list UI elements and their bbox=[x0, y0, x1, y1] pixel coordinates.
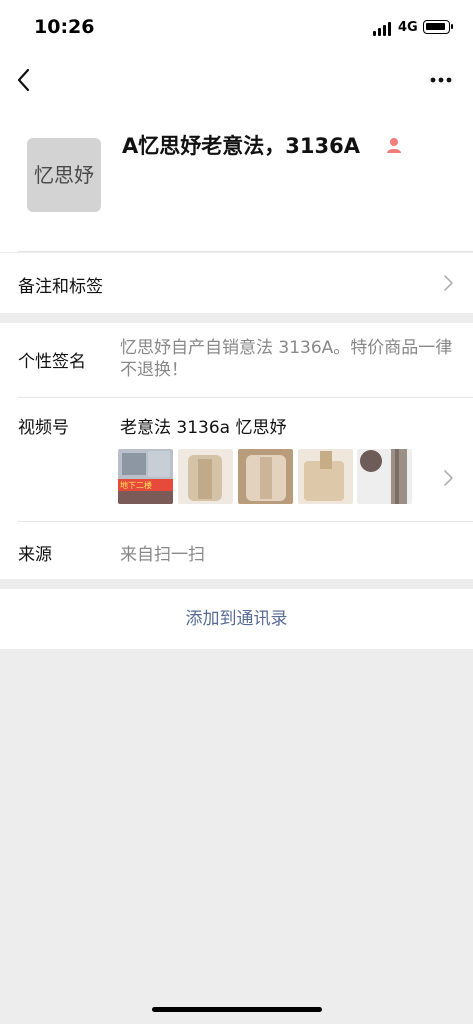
avatar[interactable]: 忆思妤 bbox=[27, 138, 101, 212]
chevron-right-icon bbox=[444, 470, 453, 486]
status-bar: 10:26 4G bbox=[0, 0, 473, 56]
channel-thumbnail[interactable] bbox=[357, 449, 412, 504]
divider bbox=[18, 251, 473, 252]
chevron-left-icon[interactable] bbox=[12, 64, 38, 96]
signature-value: 忆思妤自产自销意法 3136A。特价商品一律不退换！ bbox=[120, 338, 453, 380]
battery-icon bbox=[423, 20, 453, 34]
profile-header: 忆思妤 A忆思妤老意法，3136A bbox=[0, 106, 473, 252]
person-icon bbox=[387, 138, 401, 153]
divider bbox=[18, 521, 473, 522]
signature-label: 个性签名 bbox=[18, 352, 86, 372]
add-to-contacts-label: 添加到通讯录 bbox=[185, 609, 288, 629]
channels-label: 视频号 bbox=[18, 418, 69, 438]
chevron-right-icon bbox=[444, 275, 453, 291]
channel-thumbnail[interactable]: 地下二楼 bbox=[118, 449, 173, 504]
thumbnail-overlay-text: 地下二楼 bbox=[120, 481, 152, 490]
source-label: 来源 bbox=[18, 545, 52, 565]
remarks-label: 备注和标签 bbox=[18, 277, 103, 297]
add-to-contacts-button[interactable]: 添加到通讯录 bbox=[0, 589, 473, 649]
avatar-text: 忆思妤 bbox=[34, 163, 94, 187]
source-value: 来自扫一扫 bbox=[120, 545, 205, 565]
signal-icon bbox=[373, 22, 393, 36]
channel-thumbnail[interactable] bbox=[298, 449, 353, 504]
channel-thumbnail[interactable] bbox=[178, 449, 233, 504]
nav-bar bbox=[0, 56, 473, 106]
profile-name: A忆思妤老意法，3136A bbox=[122, 134, 360, 158]
status-time: 10:26 bbox=[34, 16, 95, 38]
channel-name: 老意法 3136a 忆思妤 bbox=[120, 418, 287, 438]
info-card: 个性签名 忆思妤自产自销意法 3136A。特价商品一律不退换！ 视频号 老意法 … bbox=[0, 323, 473, 579]
channel-thumbnail[interactable] bbox=[238, 449, 293, 504]
network-label: 4G bbox=[398, 20, 418, 35]
home-indicator bbox=[152, 1007, 322, 1012]
more-dots-icon[interactable] bbox=[424, 68, 458, 92]
divider bbox=[18, 397, 473, 398]
remarks-tags-row[interactable]: 备注和标签 bbox=[0, 253, 473, 313]
